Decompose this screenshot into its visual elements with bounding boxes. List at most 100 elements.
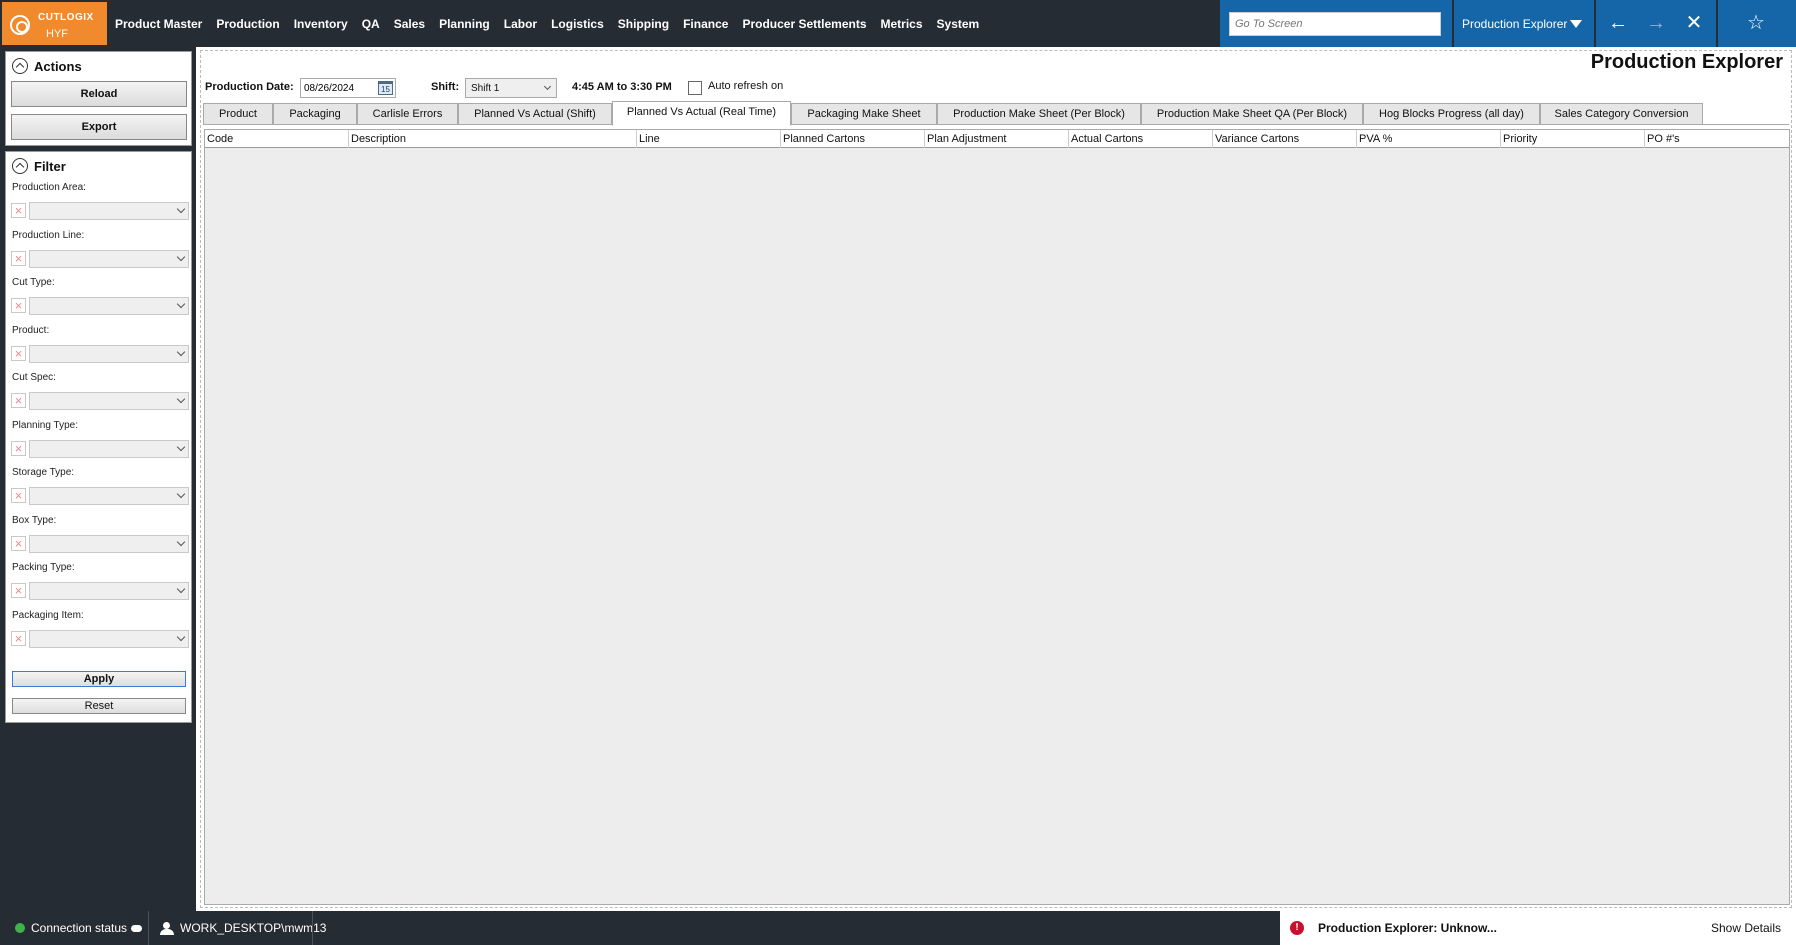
back-arrow-icon[interactable]: ← <box>1606 12 1630 36</box>
tab-production-make-sheet[interactable]: Production Make Sheet (Per Block) <box>937 103 1141 125</box>
main-content: Production Explorer Production Date: 15 … <box>200 50 1792 908</box>
window-nav-buttons: ← → ✕ <box>1596 0 1716 47</box>
reset-button[interactable]: Reset <box>12 698 186 714</box>
status-separator <box>312 911 313 945</box>
shift-select[interactable]: Shift 1 <box>465 78 557 98</box>
nav-production[interactable]: Production <box>216 17 279 31</box>
tab-planned-vs-actual-shift[interactable]: Planned Vs Actual (Shift) <box>458 103 612 125</box>
col-po-numbers[interactable]: PO #'s <box>1645 130 1789 148</box>
clear-icon[interactable]: × <box>11 631 26 646</box>
nav-logistics[interactable]: Logistics <box>551 17 604 31</box>
storage-type-label: Storage Type: <box>12 467 75 478</box>
reload-button[interactable]: Reload <box>11 81 187 107</box>
col-code[interactable]: Code <box>205 130 349 148</box>
product-label: Product: <box>12 325 50 336</box>
left-panel: Actions Reload Export Filter Production … <box>0 47 196 911</box>
tab-hog-blocks-progress[interactable]: Hog Blocks Progress (all day) <box>1363 103 1540 125</box>
clear-icon[interactable]: × <box>11 583 26 598</box>
close-icon[interactable]: ✕ <box>1682 12 1706 36</box>
notification-message: Production Explorer: Unknow... <box>1318 921 1497 935</box>
clear-icon[interactable]: × <box>11 346 26 361</box>
tab-strip: Product Packaging Carlisle Errors Planne… <box>203 101 1789 126</box>
production-area-combo[interactable] <box>29 202 189 220</box>
packing-type-label: Packing Type: <box>12 562 75 573</box>
page-title: Production Explorer <box>1590 51 1783 73</box>
cut-spec-label: Cut Spec: <box>12 372 56 383</box>
nav-finance[interactable]: Finance <box>683 17 728 31</box>
packaging-item-combo[interactable] <box>29 630 189 648</box>
production-line-label: Production Line: <box>12 230 85 241</box>
nav-metrics[interactable]: Metrics <box>881 17 923 31</box>
notification-bar: ! Production Explorer: Unknow... Show De… <box>1280 911 1796 945</box>
star-icon[interactable]: ☆ <box>1744 12 1768 36</box>
col-pva-percent[interactable]: PVA % <box>1357 130 1501 148</box>
show-details-link[interactable]: Show Details <box>1711 921 1781 935</box>
auto-refresh-checkbox[interactable] <box>688 81 702 95</box>
cut-type-label: Cut Type: <box>12 277 55 288</box>
caret-down-icon <box>1570 20 1582 28</box>
data-grid[interactable]: Code Description Line Planned Cartons Pl… <box>204 129 1790 905</box>
connection-status[interactable]: Connection status <box>15 921 143 935</box>
tab-production-make-sheet-qa[interactable]: Production Make Sheet QA (Per Block) <box>1141 103 1363 125</box>
col-variance-cartons[interactable]: Variance Cartons <box>1213 130 1357 148</box>
status-bar: Connection status WORK_DESKTOP\mwm13 ! P… <box>0 911 1796 945</box>
box-type-label: Box Type: <box>12 515 57 526</box>
goto-screen-area <box>1220 0 1452 47</box>
tab-packaging-make-sheet[interactable]: Packaging Make Sheet <box>791 103 937 125</box>
nav-qa[interactable]: QA <box>362 17 380 31</box>
production-line-combo[interactable] <box>29 250 189 268</box>
nav-planning[interactable]: Planning <box>439 17 490 31</box>
connection-status-label: Connection status <box>31 921 128 935</box>
goto-screen-input[interactable] <box>1229 12 1441 36</box>
chevron-down-icon <box>176 347 186 357</box>
col-description[interactable]: Description <box>349 130 637 148</box>
clear-icon[interactable]: × <box>11 203 26 218</box>
box-type-combo[interactable] <box>29 535 189 553</box>
nav-system[interactable]: System <box>937 17 980 31</box>
col-plan-adjustment[interactable]: Plan Adjustment <box>925 130 1069 148</box>
screen-selector-value: Production Explorer <box>1462 16 1568 31</box>
clear-icon[interactable]: × <box>11 441 26 456</box>
logo-icon <box>10 15 30 35</box>
shift-label: Shift: <box>431 81 460 93</box>
tab-packaging[interactable]: Packaging <box>273 103 357 125</box>
clear-icon[interactable]: × <box>11 298 26 313</box>
col-line[interactable]: Line <box>637 130 781 148</box>
app-logo[interactable]: CUTLOGIX HYF <box>2 2 107 45</box>
logo-brand: CUTLOGIX <box>38 12 94 23</box>
col-priority[interactable]: Priority <box>1501 130 1645 148</box>
nav-product-master[interactable]: Product Master <box>115 17 202 31</box>
clear-icon[interactable]: × <box>11 251 26 266</box>
tab-sales-category-conversion[interactable]: Sales Category Conversion <box>1540 103 1703 125</box>
nav-labor[interactable]: Labor <box>504 17 537 31</box>
calendar-icon[interactable]: 15 <box>378 81 393 95</box>
col-planned-cartons[interactable]: Planned Cartons <box>781 130 925 148</box>
actions-header[interactable]: Actions <box>12 57 82 75</box>
nav-inventory[interactable]: Inventory <box>294 17 348 31</box>
export-button[interactable]: Export <box>11 114 187 140</box>
chevron-down-icon <box>176 537 186 547</box>
tab-product[interactable]: Product <box>203 103 273 125</box>
filter-panel: Filter Production Area: × Production Lin… <box>5 151 192 723</box>
storage-type-combo[interactable] <box>29 487 189 505</box>
screen-selector[interactable]: Production Explorer <box>1454 0 1594 47</box>
clear-icon[interactable]: × <box>11 393 26 408</box>
nav-producer-settlements[interactable]: Producer Settlements <box>742 17 866 31</box>
cut-type-combo[interactable] <box>29 297 189 315</box>
tab-planned-vs-actual-real-time[interactable]: Planned Vs Actual (Real Time) <box>612 101 791 126</box>
filter-header[interactable]: Filter <box>12 157 66 175</box>
planning-type-label: Planning Type: <box>12 420 78 431</box>
packing-type-combo[interactable] <box>29 582 189 600</box>
clear-icon[interactable]: × <box>11 536 26 551</box>
cut-spec-combo[interactable] <box>29 392 189 410</box>
clear-icon[interactable]: × <box>11 488 26 503</box>
col-actual-cartons[interactable]: Actual Cartons <box>1069 130 1213 148</box>
forward-arrow-icon[interactable]: → <box>1644 12 1668 36</box>
chevron-down-icon <box>176 252 186 262</box>
nav-shipping[interactable]: Shipping <box>618 17 669 31</box>
apply-button[interactable]: Apply <box>12 671 186 687</box>
planning-type-combo[interactable] <box>29 440 189 458</box>
nav-sales[interactable]: Sales <box>394 17 425 31</box>
tab-carlisle-errors[interactable]: Carlisle Errors <box>357 103 458 125</box>
product-combo[interactable] <box>29 345 189 363</box>
